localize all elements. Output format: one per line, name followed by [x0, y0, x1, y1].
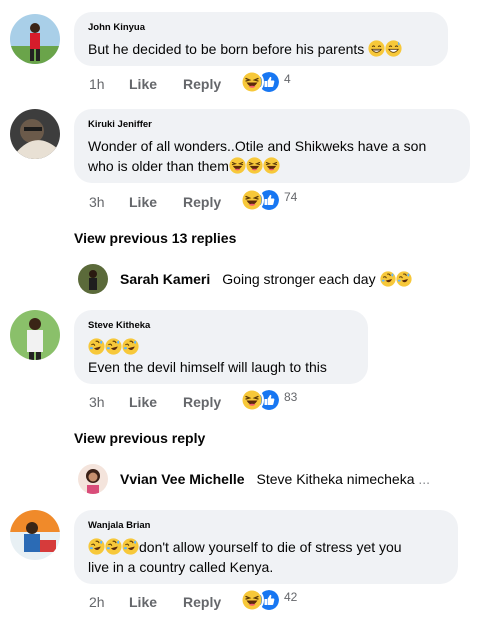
- rofl-emoji-icon: [105, 538, 122, 555]
- comment-text-body: who is older than them: [88, 158, 229, 174]
- comment-text: But he decided to be born before his par…: [88, 39, 434, 59]
- comment-meta: 1h Like Reply: [89, 74, 238, 94]
- reply-author-name[interactable]: Sarah Kameri: [120, 271, 210, 287]
- reply-button[interactable]: Reply: [183, 76, 238, 92]
- comment-author[interactable]: John Kinyua: [88, 22, 434, 34]
- rofl-emoji-icon: [122, 338, 139, 355]
- comment-text: Even the devil himself will laugh to thi…: [88, 337, 354, 377]
- avatar-steve-kitheka[interactable]: [10, 310, 60, 360]
- comment-bubble: Steve Kitheka Even the devil himself wil…: [74, 310, 368, 384]
- comment-bubble: Kiruki Jeniffer Wonder of all wonders..O…: [74, 109, 470, 183]
- haha-reaction-icon: [240, 588, 264, 612]
- rofl-emoji-icon: [88, 338, 105, 355]
- like-button[interactable]: Like: [129, 394, 183, 410]
- like-button[interactable]: Like: [129, 76, 183, 92]
- inline-reply[interactable]: Sarah Kameri Going stronger each day: [78, 264, 412, 294]
- reaction-count: 4: [284, 72, 291, 86]
- comment-emoji-line: [88, 337, 354, 357]
- reply-ellipsis: ...: [418, 471, 431, 487]
- laughing-emoji-icon: [229, 157, 246, 174]
- rofl-emoji-icon: [380, 271, 396, 287]
- reaction-summary[interactable]: 4: [240, 68, 291, 96]
- comment-meta: 3h Like Reply: [89, 192, 238, 212]
- reaction-summary[interactable]: 42: [240, 586, 297, 614]
- avatar-wanjala-brian[interactable]: [10, 510, 60, 560]
- comment-text-line: who is older than them: [88, 156, 456, 176]
- like-button[interactable]: Like: [129, 194, 183, 210]
- haha-reaction-icon: [240, 70, 264, 94]
- reply-snippet: Going stronger each day: [222, 271, 411, 287]
- rofl-emoji-icon: [88, 538, 105, 555]
- view-previous-reply-link[interactable]: View previous reply: [74, 430, 205, 446]
- comment-text-line: Wonder of all wonders..Otile and Shikwek…: [88, 138, 427, 154]
- reply-snippet: Steve Kitheka nimecheka ...: [257, 471, 431, 487]
- reaction-count: 42: [284, 590, 298, 604]
- rofl-emoji-icon: [105, 338, 122, 355]
- avatar-kiruki-jeniffer[interactable]: [10, 109, 60, 159]
- rofl-emoji-icon: [396, 271, 412, 287]
- comment-time[interactable]: 2h: [89, 594, 129, 610]
- comment-bubble: John Kinyua But he decided to be born be…: [74, 12, 448, 66]
- comment-text-body: But he decided to be born before his par…: [88, 41, 365, 57]
- comment-text-line: Even the devil himself will laugh to thi…: [88, 359, 327, 375]
- comment-text-body: don't allow yourself to die of stress ye…: [139, 539, 402, 555]
- reply-button[interactable]: Reply: [183, 194, 238, 210]
- grinning-emoji-icon: [368, 40, 385, 57]
- reply-button[interactable]: Reply: [183, 594, 238, 610]
- inline-reply[interactable]: Vvian Vee Michelle Steve Kitheka nimeche…: [78, 464, 430, 494]
- avatar-sarah-kameri[interactable]: [78, 264, 108, 294]
- haha-reaction-icon: [240, 388, 264, 412]
- comment-bubble: Wanjala Brian don't allow yourself to di…: [74, 510, 458, 584]
- reply-author-name[interactable]: Vvian Vee Michelle: [120, 471, 245, 487]
- comment-meta: 3h Like Reply: [89, 392, 238, 412]
- comment-text-line: live in a country called Kenya.: [88, 559, 274, 575]
- reply-button[interactable]: Reply: [183, 394, 238, 410]
- reaction-count: 74: [284, 190, 298, 204]
- comment-text: Wonder of all wonders..Otile and Shikwek…: [88, 136, 456, 176]
- avatar-john-kinyua[interactable]: [10, 14, 60, 64]
- reaction-summary[interactable]: 74: [240, 186, 297, 214]
- comment-author[interactable]: Wanjala Brian: [88, 520, 444, 532]
- laughing-emoji-icon: [246, 157, 263, 174]
- comment-meta: 2h Like Reply: [89, 592, 238, 612]
- comment-time[interactable]: 1h: [89, 76, 129, 92]
- comment-time[interactable]: 3h: [89, 194, 129, 210]
- reply-snippet-text: Steve Kitheka nimecheka: [256, 471, 415, 487]
- reply-snippet-text: Going stronger each day: [222, 271, 376, 287]
- comment-author[interactable]: Steve Kitheka: [88, 320, 354, 332]
- haha-reaction-icon: [240, 188, 264, 212]
- reaction-count: 83: [284, 390, 298, 404]
- reaction-summary[interactable]: 83: [240, 386, 297, 414]
- like-button[interactable]: Like: [129, 594, 183, 610]
- grinning-sweat-emoji-icon: [385, 40, 402, 57]
- comment-author[interactable]: Kiruki Jeniffer: [88, 119, 456, 131]
- comment-text: don't allow yourself to die of stress ye…: [88, 537, 444, 577]
- laughing-emoji-icon: [263, 157, 280, 174]
- avatar-vvian-vee-michelle[interactable]: [78, 464, 108, 494]
- comment-time[interactable]: 3h: [89, 394, 129, 410]
- comment-text-line: don't allow yourself to die of stress ye…: [88, 537, 444, 557]
- view-previous-replies-link[interactable]: View previous 13 replies: [74, 230, 236, 246]
- rofl-emoji-icon: [122, 538, 139, 555]
